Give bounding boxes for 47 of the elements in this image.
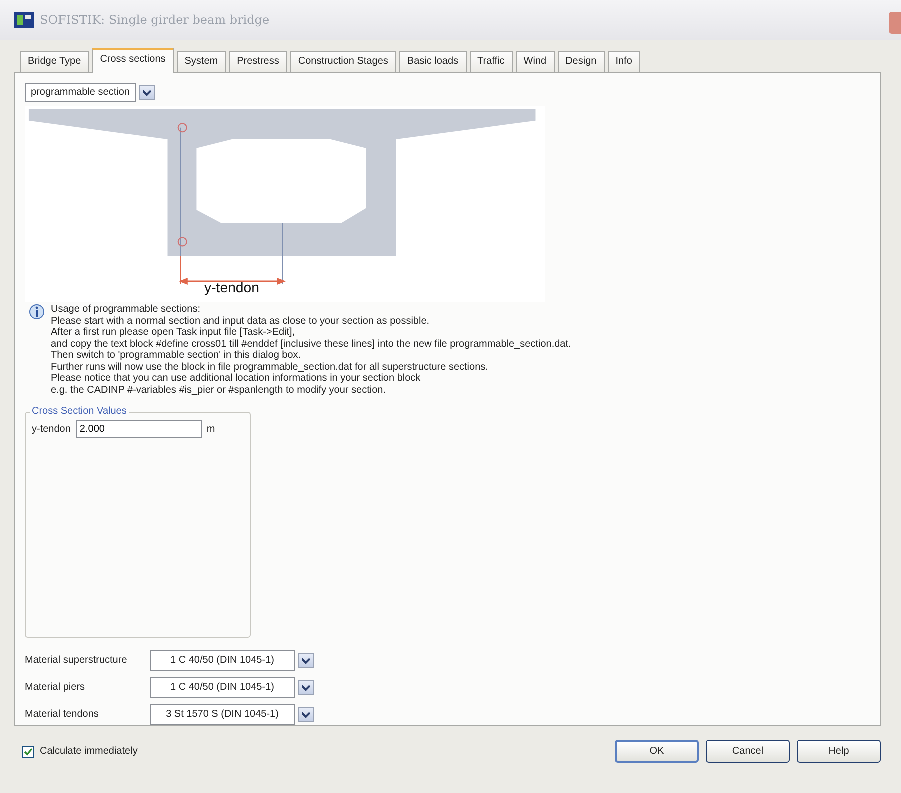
tab[interactable]: Bridge Type (20, 51, 90, 72)
dialog-button[interactable]: Help (797, 740, 881, 763)
tab[interactable]: Construction Stages (290, 51, 396, 72)
tab[interactable]: Traffic (470, 51, 513, 72)
material-dropdown[interactable]: 3 St 1570 S (DIN 1045-1) (150, 704, 295, 725)
info-text: and copy the text block #define cross01 till #enddef [inclusive these lines] into the new file programmable_section.dat. (51, 338, 572, 350)
dimension-label: y-tendon (204, 279, 260, 296)
info-text: After a first run please open Task input file [Task->Edit], (51, 327, 296, 338)
tab[interactable]: Info (608, 51, 640, 72)
value-field[interactable]: 2.000 (76, 420, 202, 438)
caret-icon (302, 658, 310, 664)
tab[interactable]: Cross sections (92, 48, 174, 73)
info-text: e.g. the CADINP #-variables #is_pier or #spanlength to modify your section. (51, 384, 387, 396)
dropdown-button[interactable] (298, 707, 314, 722)
info-text: Further runs will now use the block in file programmable_section.dat for all superstructure sections. (51, 362, 490, 373)
info-icon (29, 304, 45, 320)
app-icon (14, 12, 34, 28)
center-line (282, 223, 284, 284)
info-text: Please notice that you can use additional location informations in your section block (51, 373, 422, 384)
info-text: Please start with a normal section and input data as close to your section as possible. (51, 316, 431, 327)
material-label: Material superstructure (25, 654, 128, 668)
caret-icon (142, 90, 151, 96)
material-dropdown[interactable]: 1 C 40/50 (DIN 1045-1) (150, 677, 295, 698)
field-label: y-tendon (32, 422, 71, 436)
section-type-dropdown[interactable]: programmable section (25, 83, 136, 102)
dialog-button[interactable]: Cancel (706, 740, 790, 763)
dropdown-button[interactable] (138, 85, 155, 100)
window-title: SOFISTIK: Single girder beam bridge (40, 12, 270, 29)
info-heading: Usage of programmable sections: (51, 304, 202, 316)
group-title: Cross Section Values (31, 406, 128, 418)
tab[interactable]: Design (558, 51, 605, 72)
material-dropdown[interactable]: 1 C 40/50 (DIN 1045-1) (150, 650, 295, 671)
material-label: Material tendons (25, 708, 100, 722)
tab[interactable]: System (176, 51, 226, 72)
dialog-button[interactable]: OK (615, 740, 699, 763)
checkbox-label: Calculate immediately (40, 745, 138, 759)
caret-icon (302, 712, 310, 718)
caret-icon (302, 684, 310, 690)
calculate-checkbox[interactable] (22, 746, 34, 758)
tab[interactable]: Basic loads (399, 51, 467, 72)
material-label: Material piers (25, 681, 86, 695)
tab[interactable]: Prestress (229, 51, 288, 72)
dropdown-button[interactable] (298, 680, 314, 695)
tab[interactable]: Wind (516, 51, 555, 72)
unit-label: m (206, 422, 216, 436)
info-text: Then switch to 'programmable section' in this dialog box. (51, 350, 302, 362)
dropdown-button[interactable] (298, 653, 314, 668)
